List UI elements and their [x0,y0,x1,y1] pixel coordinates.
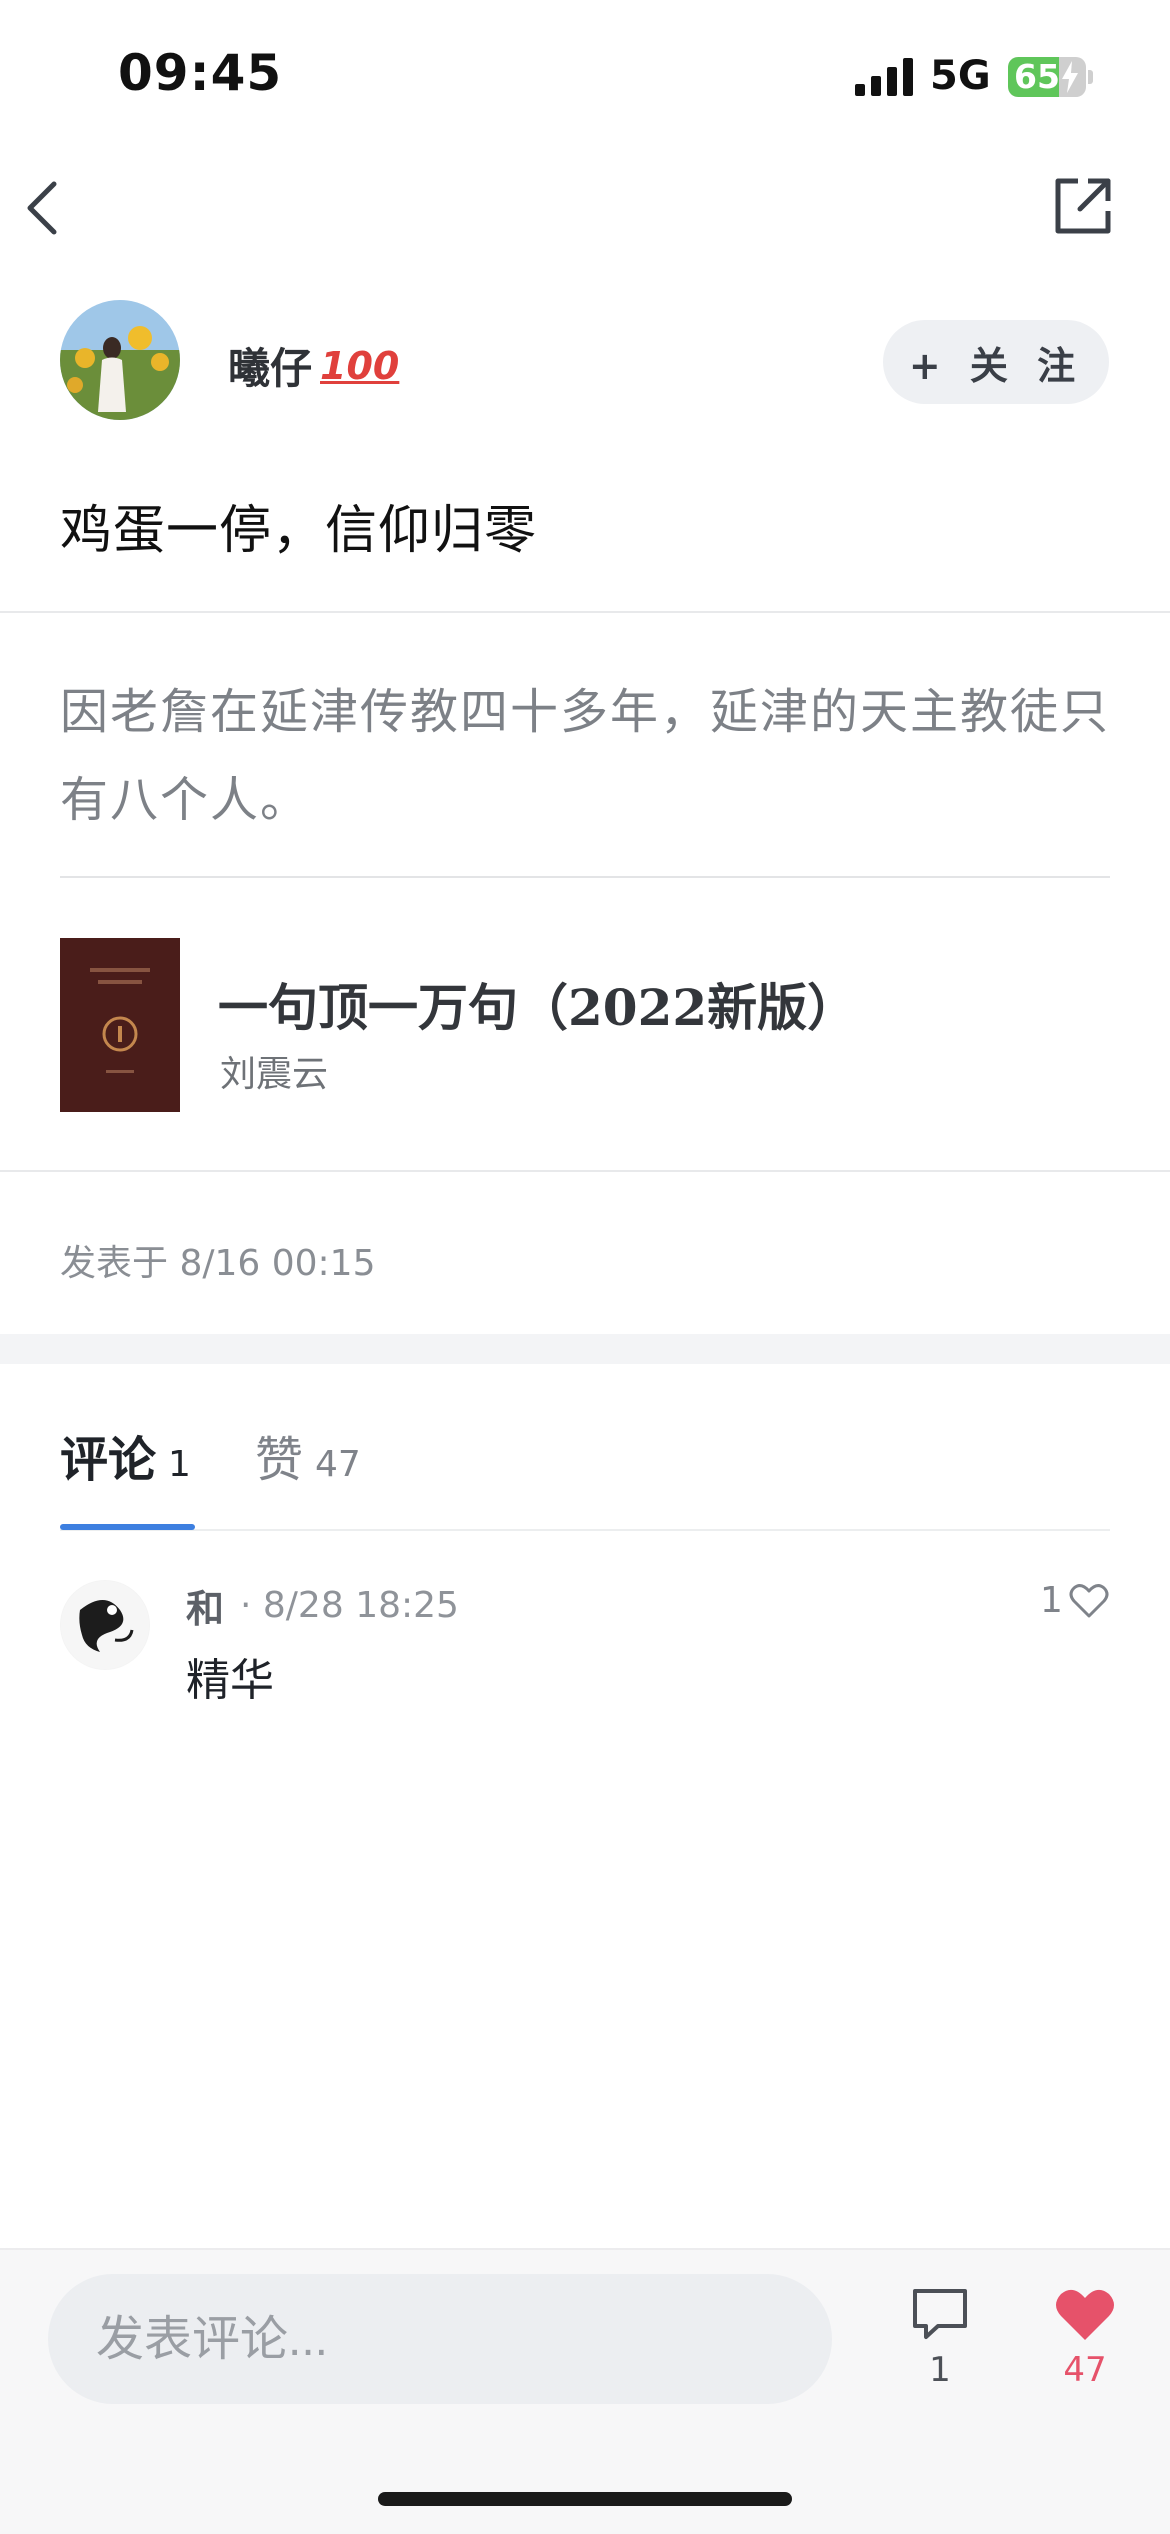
home-indicator[interactable] [378,2492,792,2506]
author-name[interactable]: 曦仔 100 [228,335,399,396]
comment-count: 1 [929,2350,951,2390]
quote-text: 因老詹在延津传教四十多年，延津的天主教徒只有八个人。 [60,684,1111,828]
battery-icon: 65 [1008,57,1086,97]
comment-like-button[interactable]: 1 [1040,1580,1109,1621]
tab-likes-count: 47 [315,1444,361,1485]
battery-cap [1088,70,1093,84]
post-title: 鸡蛋一停，信仰归零 [60,501,538,561]
comment-time: · 8/28 18:25 [240,1585,459,1626]
tab-likes-label: 赞 [255,1432,304,1488]
comment-text: 精华 [186,1655,274,1706]
divider [0,611,1170,613]
author-avatar[interactable] [60,300,180,420]
heart-outline-icon [1069,1583,1109,1617]
tab-comments[interactable]: 评论 1 [60,1420,191,1490]
comment-like-count: 1 [1040,1580,1063,1621]
book-author[interactable]: 刘震云 [220,1045,328,1097]
comment-button[interactable]: 1 [905,2286,975,2390]
share-icon[interactable] [1052,175,1114,237]
heart-filled-icon [1056,2289,1114,2340]
tab-comments-count: 1 [168,1444,191,1485]
tab-comments-label: 评论 [60,1432,157,1488]
avatar-photo [60,300,180,420]
battery-percent: 65 [1014,57,1060,96]
yin-yang-icon [61,1581,149,1669]
like-button[interactable]: 47 [1050,2286,1120,2390]
tab-likes[interactable]: 赞 47 [255,1420,361,1490]
charging-bolt-icon [1062,61,1078,93]
follow-button[interactable]: + 关 注 [883,320,1109,404]
book-title[interactable]: 一句顶一万句（2022新版） [218,968,857,1040]
book-cover-art [60,938,180,1112]
signal-icon [855,58,913,96]
author-name-text: 曦仔 [228,344,313,393]
divider [60,876,1110,878]
comment-input[interactable] [48,2274,832,2404]
comment-user[interactable]: 和 · 8/28 18:25 [186,1578,459,1633]
book-cover[interactable] [60,938,180,1112]
network-type: 5G [930,53,991,99]
chevron-left-icon[interactable] [20,178,64,238]
active-tab-indicator [60,1524,195,1530]
comment-bubble-icon [913,2289,967,2339]
hundred-points-badge: 100 [320,343,400,388]
tab-divider [60,1529,1110,1531]
comment-avatar[interactable] [60,1580,150,1670]
status-time: 09:45 [118,44,283,102]
like-count: 47 [1063,2350,1107,2390]
comment-username: 和 [186,1587,225,1631]
divider [0,1170,1170,1172]
section-separator [0,1334,1170,1364]
post-timestamp: 发表于 8/16 00:15 [60,1243,376,1284]
